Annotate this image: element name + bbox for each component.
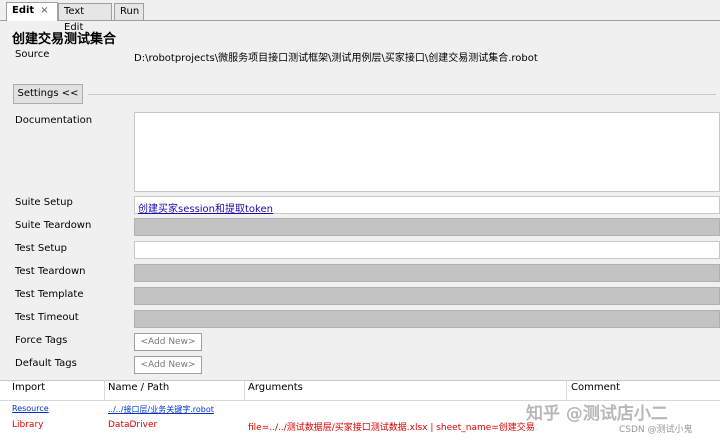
tab-edit-label: Edit <box>12 5 35 16</box>
suite-setup-field[interactable]: 创建买家session和提取token <box>134 196 720 215</box>
tab-edit[interactable]: Edit × <box>6 2 58 21</box>
column-header-import[interactable]: Import <box>12 382 45 393</box>
source-label: Source <box>15 49 50 60</box>
tab-run-label: Run <box>120 6 140 17</box>
watermark-csdn: CSDN @测试小鬼 <box>619 425 693 435</box>
test-timeout-label: Test Timeout <box>15 312 79 323</box>
column-separator <box>244 380 245 400</box>
page-title: 创建交易测试集合 <box>12 32 117 47</box>
column-separator <box>104 380 105 400</box>
settings-toggle-button[interactable]: Settings << <box>13 84 83 104</box>
test-teardown-label: Test Teardown <box>15 266 86 277</box>
import-name-cell[interactable]: ../../接口层/业务关键字.robot <box>108 404 214 415</box>
suite-setup-link[interactable]: 创建买家session和提取token <box>138 200 273 215</box>
import-args-cell[interactable]: file=../../测试数据层/买家接口测试数据.xlsx | sheet_n… <box>248 420 535 433</box>
test-timeout-field[interactable] <box>134 310 720 328</box>
watermark: 知乎 @测试店小二 <box>526 404 668 424</box>
force-tags-add-button[interactable]: <Add New> <box>134 333 202 351</box>
force-tags-label: Force Tags <box>15 335 68 346</box>
source-path: D:\robotprojects\微服务项目接口测试框架\测试用例层\买家接口\… <box>134 53 538 64</box>
test-template-label: Test Template <box>15 289 84 300</box>
suite-teardown-label: Suite Teardown <box>15 220 92 231</box>
import-name-cell[interactable]: DataDriver <box>108 420 157 430</box>
test-teardown-field[interactable] <box>134 264 720 282</box>
documentation-field[interactable] <box>134 112 720 192</box>
tab-text-edit[interactable]: Text Edit <box>58 3 112 33</box>
column-separator <box>566 380 567 400</box>
default-tags-add-button[interactable]: <Add New> <box>134 356 202 374</box>
divider <box>88 94 716 95</box>
suite-teardown-field[interactable] <box>134 218 720 236</box>
test-template-field[interactable] <box>134 287 720 305</box>
default-tags-label: Default Tags <box>15 358 77 369</box>
column-header-comment[interactable]: Comment <box>571 382 620 393</box>
suite-setup-label: Suite Setup <box>15 197 73 208</box>
tab-bar: Edit × Text Edit Run <box>0 0 720 33</box>
column-header-name[interactable]: Name / Path <box>108 382 169 393</box>
import-type-cell: Resource <box>12 404 49 413</box>
column-header-arguments[interactable]: Arguments <box>248 382 303 393</box>
import-type-cell: Library <box>12 420 44 430</box>
test-setup-label: Test Setup <box>15 243 67 254</box>
close-icon[interactable]: × <box>40 5 48 16</box>
documentation-label: Documentation <box>15 115 93 126</box>
tab-run[interactable]: Run <box>114 3 144 20</box>
test-setup-field[interactable] <box>134 241 720 259</box>
